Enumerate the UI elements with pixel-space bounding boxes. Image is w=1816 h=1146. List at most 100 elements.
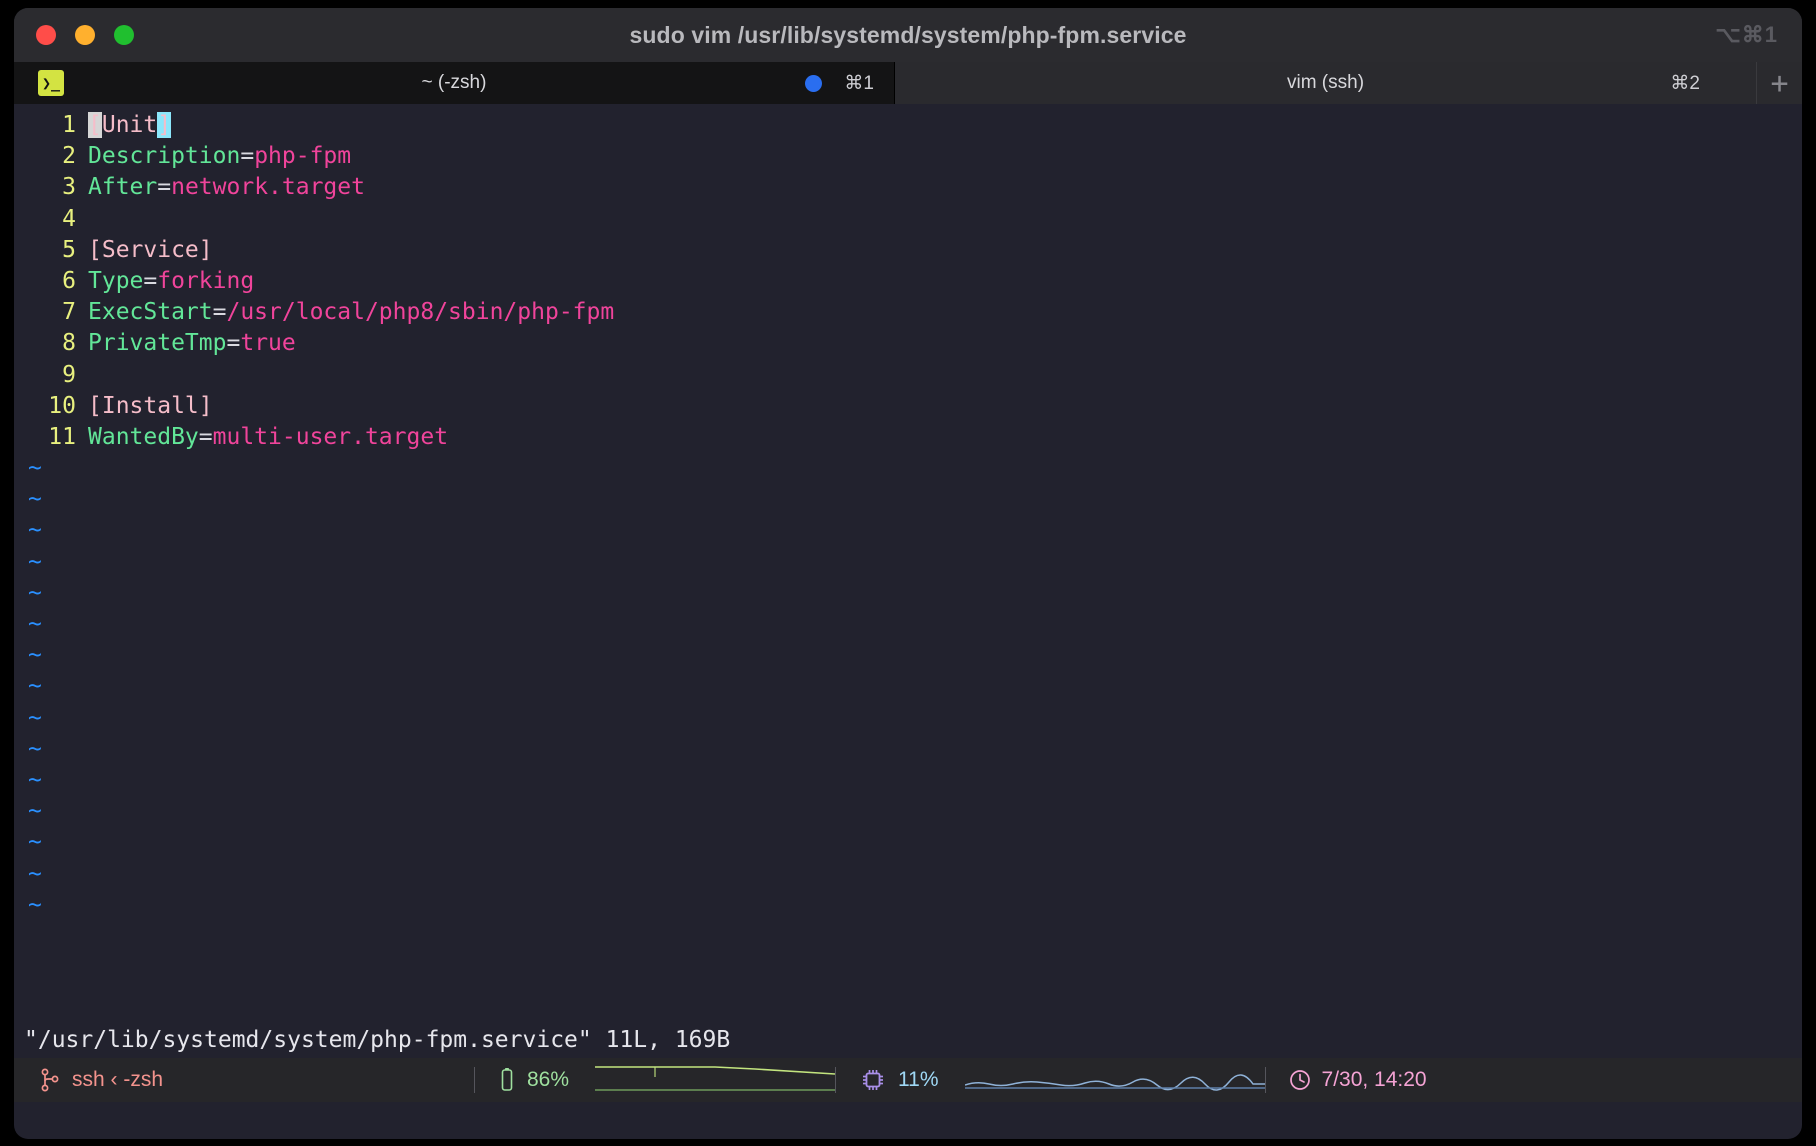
vim-token: = bbox=[240, 143, 255, 170]
vim-line: 10 [Install] bbox=[14, 391, 1802, 422]
status-battery-value: 86% bbox=[527, 1068, 570, 1091]
vim-line-text: [Service] bbox=[76, 235, 213, 266]
vim-token: = bbox=[157, 174, 172, 201]
vim-filler-tilde: ~ bbox=[28, 486, 42, 513]
vim-line-text: After=network.target bbox=[76, 172, 365, 203]
vim-filler-tilde: ~ bbox=[28, 455, 42, 482]
vim-token: Description bbox=[88, 143, 241, 170]
vim-token: /usr/local/php8/sbin/php-fpm bbox=[226, 299, 615, 326]
vim-line-number: 4 bbox=[62, 205, 76, 232]
vim-token: multi-user.target bbox=[212, 423, 449, 450]
terminal-window: sudo vim /usr/lib/systemd/system/php-fpm… bbox=[14, 8, 1802, 1139]
vim-token: Type bbox=[88, 267, 144, 294]
vim-token: [Install] bbox=[88, 392, 213, 419]
status-ssh-segment[interactable]: ssh ‹ -zsh bbox=[14, 1058, 474, 1102]
vim-token: PrivateTmp bbox=[88, 330, 227, 357]
vim-line-number: 10 bbox=[48, 392, 76, 419]
vim-status-message: "/usr/lib/systemd/system/php-fpm.service… bbox=[24, 1026, 731, 1053]
status-battery-segment[interactable]: 86% bbox=[475, 1058, 836, 1102]
vim-filler-line: ~ bbox=[14, 796, 1802, 827]
vim-line-text: WantedBy=multi-user.target bbox=[76, 422, 448, 453]
vim-filler-tilde: ~ bbox=[28, 611, 42, 637]
zoom-button[interactable] bbox=[114, 25, 134, 45]
vim-filler-line: ~ bbox=[14, 640, 1802, 671]
vim-line-text: PrivateTmp=true bbox=[76, 328, 296, 359]
vim-filler-tilde: ~ bbox=[28, 704, 42, 731]
vim-filler-tilde: ~ bbox=[28, 517, 42, 544]
vim-token: ] bbox=[157, 112, 172, 138]
vim-line-number: 9 bbox=[62, 361, 76, 388]
vim-buffer-lines: 1 [Unit] 2 Description=php-fpm 3 After=networ… bbox=[14, 110, 1802, 453]
vim-token: = bbox=[226, 330, 241, 357]
tab-vim-ssh[interactable]: vim (ssh) ⌘2 bbox=[894, 62, 1756, 104]
tab-zsh[interactable]: ❯_ ~ (-zsh) ⌘1 bbox=[14, 62, 894, 104]
status-cpu-value: 11% bbox=[898, 1068, 939, 1091]
vim-filler-tilde: ~ bbox=[28, 579, 42, 606]
vim-line: 6 Type=forking bbox=[14, 266, 1802, 297]
status-time-value: 7/30, 14:20 bbox=[1321, 1068, 1427, 1091]
window-title: sudo vim /usr/lib/systemd/system/php-fpm… bbox=[629, 21, 1187, 48]
traffic-lights bbox=[36, 25, 134, 45]
vim-line: 4 bbox=[14, 204, 1802, 235]
vim-filler-line: ~ bbox=[14, 859, 1802, 890]
vim-line-number: 7 bbox=[62, 299, 76, 326]
vim-filler-tilde: ~ bbox=[28, 766, 42, 793]
vim-line-text bbox=[76, 360, 88, 391]
tab-zsh-label: ~ (-zsh) bbox=[421, 72, 487, 93]
minimize-button[interactable] bbox=[75, 25, 95, 45]
vim-filler-tilde: ~ bbox=[28, 891, 42, 918]
vim-line-number: 6 bbox=[62, 267, 76, 294]
vim-line: 2 Description=php-fpm bbox=[14, 141, 1802, 172]
vim-line-number: 5 bbox=[62, 236, 76, 263]
window-titlebar: sudo vim /usr/lib/systemd/system/php-fpm… bbox=[14, 8, 1802, 62]
vim-filler-tilde: ~ bbox=[28, 673, 42, 700]
vim-token: [Service] bbox=[88, 236, 213, 263]
vim-line-text: [Unit] bbox=[76, 110, 172, 141]
vim-token: WantedBy bbox=[88, 423, 199, 450]
new-tab-button[interactable]: + bbox=[1756, 62, 1802, 104]
vim-line-number: 8 bbox=[62, 330, 76, 357]
vim-token: = bbox=[143, 267, 158, 294]
vim-line-text bbox=[76, 204, 88, 235]
vim-filler-line: ~ bbox=[14, 515, 1802, 546]
vim-token: Unit bbox=[101, 112, 158, 138]
vim-filler-line: ~ bbox=[14, 671, 1802, 702]
close-button[interactable] bbox=[36, 25, 56, 45]
vim-line: 8 PrivateTmp=true bbox=[14, 328, 1802, 359]
vim-line: 11 WantedBy=multi-user.target bbox=[14, 422, 1802, 453]
vim-token: true bbox=[240, 330, 296, 357]
vim-line: 1 [Unit] bbox=[14, 110, 1802, 141]
vim-line: 5 [Service] bbox=[14, 235, 1802, 266]
vim-filler-line: ~ bbox=[14, 765, 1802, 796]
tab-activity-dot bbox=[805, 74, 822, 92]
battery-history-graph bbox=[595, 1063, 836, 1097]
vim-filler-line: ~ bbox=[14, 547, 1802, 578]
vim-filler-line: ~ bbox=[14, 703, 1802, 734]
status-cpu-segment[interactable]: 11% bbox=[836, 1058, 1265, 1102]
battery-icon bbox=[499, 1067, 515, 1093]
vim-filler-line: ~ bbox=[14, 609, 1802, 640]
vim-line-text: Type=forking bbox=[76, 266, 254, 297]
vim-line-text: ExecStart=/usr/local/php8/sbin/php-fpm bbox=[76, 297, 614, 328]
window-shortcut-hint: ⌥⌘1 bbox=[1715, 22, 1778, 47]
tab-zsh-shortcut: ⌘1 bbox=[844, 72, 874, 94]
vim-line-text: [Install] bbox=[76, 391, 213, 422]
vim-token: network.target bbox=[171, 174, 365, 201]
vim-filler-line: ~ bbox=[14, 578, 1802, 609]
tab-vim-ssh-shortcut: ⌘2 bbox=[1670, 72, 1700, 94]
vim-token: [ bbox=[88, 112, 102, 138]
vim-filler-line: ~ bbox=[14, 453, 1802, 484]
vim-editor-pane[interactable]: 1 [Unit] 2 Description=php-fpm 3 After=networ… bbox=[14, 104, 1802, 1058]
vim-line: 3 After=network.target bbox=[14, 172, 1802, 203]
vim-filler-tilde: ~ bbox=[28, 735, 42, 762]
vim-filler-tilde: ~ bbox=[28, 860, 42, 887]
tab-bar: ❯_ ~ (-zsh) ⌘1 vim (ssh) ⌘2 + bbox=[14, 62, 1802, 104]
tab-vim-ssh-label: vim (ssh) bbox=[1286, 72, 1365, 93]
status-ssh-label: ssh ‹ -zsh bbox=[72, 1068, 164, 1091]
vim-line-number: 3 bbox=[62, 174, 76, 201]
clock-icon bbox=[1288, 1068, 1312, 1092]
vim-filler-tilde: ~ bbox=[28, 798, 42, 825]
status-time-segment[interactable]: 7/30, 14:20 bbox=[1266, 1058, 1427, 1102]
vim-token: ExecStart bbox=[88, 299, 213, 326]
vim-filler-line: ~ bbox=[14, 734, 1802, 765]
